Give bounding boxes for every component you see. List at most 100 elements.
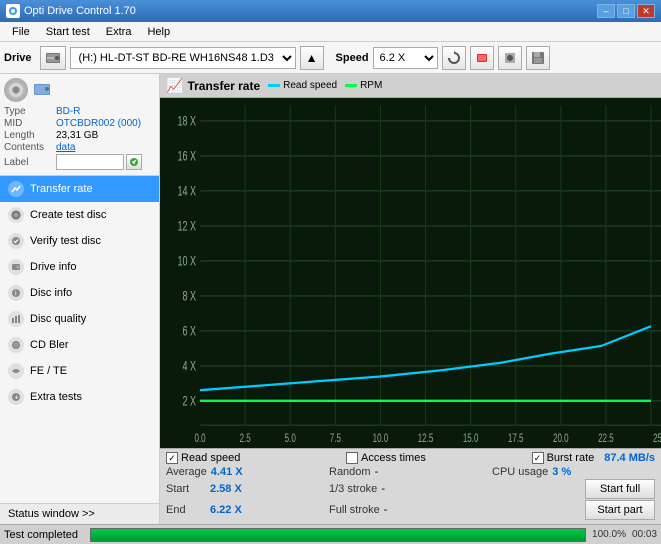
minimize-button[interactable]: – bbox=[597, 4, 615, 18]
read-speed-checkbox[interactable] bbox=[166, 452, 178, 464]
options-button-2[interactable] bbox=[498, 46, 522, 70]
stats-area: Read speed Access times Burst rate 87.4 … bbox=[160, 448, 661, 524]
disc-contents-row: Contents data bbox=[4, 142, 155, 153]
disc-length-label: Length bbox=[4, 130, 56, 141]
burst-rate-checkbox-label: Burst rate bbox=[547, 452, 595, 464]
nav-disc-info[interactable]: i Disc info bbox=[0, 280, 159, 306]
full-stroke-col: Full stroke - bbox=[329, 500, 492, 520]
svg-text:8 X: 8 X bbox=[183, 290, 197, 304]
burst-rate-checkbox-item: Burst rate bbox=[532, 452, 595, 464]
nav-drive-info-label: Drive info bbox=[30, 261, 76, 273]
random-col: Random - bbox=[329, 466, 492, 478]
legend-rpm-label: RPM bbox=[360, 80, 382, 91]
start-part-button[interactable]: Start part bbox=[585, 500, 655, 520]
fe-te-icon bbox=[8, 363, 24, 379]
chart-header: 📈 Transfer rate Read speed RPM bbox=[160, 74, 661, 98]
nav-create-test-disc[interactable]: Create test disc bbox=[0, 202, 159, 228]
cpu-value: 3 % bbox=[552, 466, 571, 478]
disc-contents-label: Contents bbox=[4, 142, 56, 153]
end-value: 6.22 X bbox=[210, 504, 242, 516]
disc-info-icon: i bbox=[8, 285, 24, 301]
end-col: End 6.22 X bbox=[166, 500, 329, 520]
drive-icon-btn[interactable] bbox=[40, 46, 66, 70]
nav-drive-info[interactable]: Drive info bbox=[0, 254, 159, 280]
sidebar: Type BD-R MID OTCBDR002 (000) Length 23,… bbox=[0, 74, 160, 524]
average-label: Average bbox=[166, 466, 207, 478]
title-bar: Opti Drive Control 1.70 – □ ✕ bbox=[0, 0, 661, 22]
stats-end-row: End 6.22 X Full stroke - Start part bbox=[166, 500, 655, 520]
svg-text:20.0: 20.0 bbox=[553, 432, 569, 445]
disc-mid-row: MID OTCBDR002 (000) bbox=[4, 118, 155, 129]
burst-rate-value: 87.4 MB/s bbox=[604, 452, 655, 464]
svg-text:12 X: 12 X bbox=[178, 220, 197, 234]
status-window-label: Status window >> bbox=[8, 508, 95, 520]
disc-icon-2 bbox=[32, 79, 52, 102]
options-button-1[interactable] bbox=[470, 46, 494, 70]
access-times-checkbox[interactable] bbox=[346, 452, 358, 464]
chart-icon: 📈 bbox=[166, 77, 183, 94]
disc-icon bbox=[4, 78, 28, 102]
nav-verify-test-disc[interactable]: Verify test disc bbox=[0, 228, 159, 254]
title-bar-left: Opti Drive Control 1.70 bbox=[6, 4, 136, 18]
start-value: 2.58 X bbox=[210, 483, 242, 495]
nav-transfer-rate[interactable]: Transfer rate bbox=[0, 176, 159, 202]
start-label: Start bbox=[166, 483, 206, 495]
disc-type-row: Type BD-R bbox=[4, 106, 155, 117]
nav-cd-bler-label: CD Bler bbox=[30, 339, 69, 351]
maximize-button[interactable]: □ bbox=[617, 4, 635, 18]
drive-select[interactable]: (H:) HL-DT-ST BD-RE WH16NS48 1.D3 bbox=[70, 47, 296, 69]
progress-bar-container: Test completed 100.0% 00:03 bbox=[0, 524, 661, 544]
disc-label-label: Label bbox=[4, 157, 56, 168]
create-test-disc-icon bbox=[8, 207, 24, 223]
nav-fe-te[interactable]: FE / TE bbox=[0, 358, 159, 384]
progress-bar-track bbox=[90, 528, 586, 542]
svg-text:6 X: 6 X bbox=[183, 325, 197, 339]
disc-contents-value[interactable]: data bbox=[56, 142, 75, 153]
disc-label-input[interactable] bbox=[56, 154, 124, 170]
nav-create-test-disc-label: Create test disc bbox=[30, 209, 106, 221]
drive-info-icon bbox=[8, 259, 24, 275]
svg-text:14 X: 14 X bbox=[178, 185, 197, 199]
start-full-col: Start full bbox=[492, 479, 655, 499]
read-speed-checkbox-label: Read speed bbox=[181, 452, 240, 464]
disc-length-row: Length 23,31 GB bbox=[4, 130, 155, 141]
svg-text:18 X: 18 X bbox=[178, 115, 197, 129]
disc-type-label: Type bbox=[4, 106, 56, 117]
refresh-button[interactable] bbox=[442, 46, 466, 70]
svg-text:22.5: 22.5 bbox=[598, 432, 614, 445]
speed-select[interactable]: 6.2 X bbox=[373, 47, 438, 69]
stroke-1-value: - bbox=[381, 483, 385, 495]
nav-disc-quality[interactable]: Disc quality bbox=[0, 306, 159, 332]
chart-title: 📈 Transfer rate bbox=[166, 77, 260, 94]
menu-file[interactable]: File bbox=[4, 24, 38, 40]
status-window-btn[interactable]: Status window >> bbox=[0, 503, 159, 524]
nav-menu: Transfer rate Create test disc Verify te… bbox=[0, 176, 159, 503]
average-col: Average 4.41 X bbox=[166, 466, 329, 478]
svg-text:12.5: 12.5 bbox=[418, 432, 434, 445]
progress-bar-fill bbox=[91, 529, 585, 541]
nav-verify-test-disc-label: Verify test disc bbox=[30, 235, 101, 247]
main-area: Type BD-R MID OTCBDR002 (000) Length 23,… bbox=[0, 74, 661, 524]
eject-button[interactable]: ▲ bbox=[300, 46, 324, 70]
burst-rate-checkbox[interactable] bbox=[532, 452, 544, 464]
nav-disc-info-label: Disc info bbox=[30, 287, 72, 299]
cd-bler-icon bbox=[8, 337, 24, 353]
stats-start-row: Start 2.58 X 1/3 stroke - Start full bbox=[166, 479, 655, 499]
chart-svg: 18 X 16 X 14 X 12 X 10 X 8 X 6 X 4 X 2 X… bbox=[160, 98, 661, 448]
start-full-button[interactable]: Start full bbox=[585, 479, 655, 499]
start-part-col: Start part bbox=[492, 500, 655, 520]
close-button[interactable]: ✕ bbox=[637, 4, 655, 18]
legend-read-speed-label: Read speed bbox=[283, 80, 337, 91]
time-text: 00:03 bbox=[632, 529, 657, 540]
nav-extra-tests[interactable]: + Extra tests bbox=[0, 384, 159, 410]
transfer-rate-icon bbox=[8, 181, 24, 197]
menu-extra[interactable]: Extra bbox=[98, 24, 140, 40]
menu-help[interactable]: Help bbox=[139, 24, 178, 40]
status-text: Test completed bbox=[4, 529, 84, 541]
nav-cd-bler[interactable]: CD Bler bbox=[0, 332, 159, 358]
menu-start-test[interactable]: Start test bbox=[38, 24, 98, 40]
disc-type-value: BD-R bbox=[56, 106, 80, 117]
save-button[interactable] bbox=[526, 46, 550, 70]
disc-label-btn[interactable] bbox=[126, 154, 142, 170]
verify-test-disc-icon bbox=[8, 233, 24, 249]
